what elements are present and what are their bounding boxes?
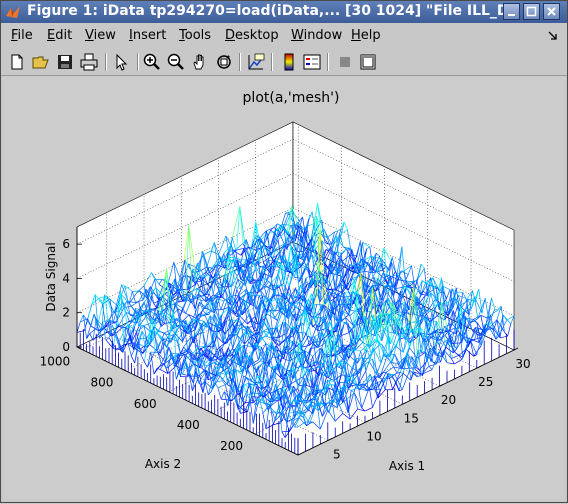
zoom-out-icon[interactable] (166, 52, 186, 72)
toolbar-separator (271, 53, 273, 71)
mesh-line (350, 255, 358, 256)
matlab-logo-icon (5, 4, 21, 20)
z-tick-label: 0 (62, 340, 70, 354)
z-tick-label: 6 (62, 237, 70, 251)
y-tick-label: 1000 (40, 355, 71, 369)
plot-title: plot(a,'mesh') (243, 90, 340, 106)
mesh-plot[interactable]: plot(a,'mesh') 5101520253020040060080010… (3, 77, 565, 500)
mesh-line (219, 348, 222, 349)
x-tick (514, 348, 518, 350)
y-tick-label: 200 (220, 439, 243, 453)
menu-view[interactable]: View (85, 28, 116, 43)
toolbar-separator (239, 53, 241, 71)
x-tick-label: 25 (478, 375, 493, 389)
print-icon[interactable] (79, 52, 99, 72)
close-icon (544, 4, 559, 19)
minimize-button[interactable] (503, 3, 520, 20)
title-bar: Figure 1: iData tp294270=load(iData,... … (1, 1, 567, 23)
x-tick-label: 5 (333, 448, 341, 462)
y-axis-label: Axis 2 (145, 457, 181, 471)
mesh-line (245, 411, 248, 412)
menu-window[interactable]: Window (291, 28, 342, 43)
mesh-line (217, 376, 220, 377)
x-tick-label: 10 (366, 429, 381, 443)
x-tick-label: 30 (515, 357, 530, 371)
mesh-line (402, 303, 405, 304)
z-tick-label: 2 (62, 306, 70, 320)
menu-help[interactable]: Help (351, 28, 381, 43)
mesh-line (158, 332, 161, 333)
menu-insert[interactable]: Insert (129, 28, 166, 43)
hide-plot-tools-icon[interactable] (335, 52, 355, 72)
menu-desktop[interactable]: Desktop (225, 28, 279, 43)
mesh-line (455, 292, 463, 293)
x-tick-label: 15 (404, 411, 419, 425)
mesh-line (112, 312, 115, 313)
open-folder-icon[interactable] (31, 52, 51, 72)
y-tick-label: 400 (177, 418, 200, 432)
legend-icon[interactable] (302, 52, 322, 72)
show-plot-tools-icon[interactable] (358, 52, 378, 72)
zoom-in-icon[interactable] (142, 52, 162, 72)
mesh-line (385, 317, 392, 318)
toolbar-separator (105, 53, 107, 71)
maximize-button[interactable] (523, 3, 540, 20)
y-tick-label: 600 (134, 397, 157, 411)
menu-tools[interactable]: Tools (179, 28, 211, 43)
mesh-line (124, 344, 127, 345)
z-axis-label: Data Signal (44, 242, 58, 311)
toolbar (1, 49, 567, 76)
menu-edit[interactable]: Edit (47, 28, 72, 43)
mesh-line (202, 315, 205, 316)
colorbar-icon[interactable] (279, 52, 299, 72)
figure-window: Figure 1: iData tp294270=load(iData,... … (0, 0, 568, 503)
minimize-icon (504, 4, 519, 19)
mesh-line (271, 266, 274, 267)
dock-arrow-icon[interactable] (547, 29, 559, 41)
mesh-line (233, 250, 236, 251)
toolbar-separator (137, 53, 139, 71)
data-cursor-icon[interactable] (246, 52, 266, 72)
pointer-icon[interactable] (111, 52, 131, 72)
y-tick-label: 800 (90, 376, 113, 390)
mesh-line (454, 343, 462, 344)
window-title: Figure 1: iData tp294270=load(iData,... … (27, 3, 509, 19)
mesh-line (345, 322, 348, 323)
menu-file[interactable]: File (11, 28, 33, 43)
menu-bar: File Edit View Insert Tools Desktop Window Help (1, 25, 567, 46)
x-axis-label: Axis 1 (389, 459, 425, 473)
pan-icon[interactable] (190, 52, 210, 72)
toolbar-separator (327, 53, 329, 71)
new-file-icon[interactable] (7, 52, 27, 72)
save-icon[interactable] (55, 52, 75, 72)
mesh-line (213, 309, 220, 310)
figure-canvas[interactable]: plot(a,'mesh') 5101520253020040060080010… (3, 77, 565, 500)
rotate-3d-icon[interactable] (214, 52, 234, 72)
close-button[interactable] (543, 3, 560, 20)
z-tick-label: 4 (62, 271, 70, 285)
x-tick-label: 20 (441, 393, 456, 407)
mesh-line (291, 368, 294, 369)
maximize-icon (524, 4, 539, 19)
